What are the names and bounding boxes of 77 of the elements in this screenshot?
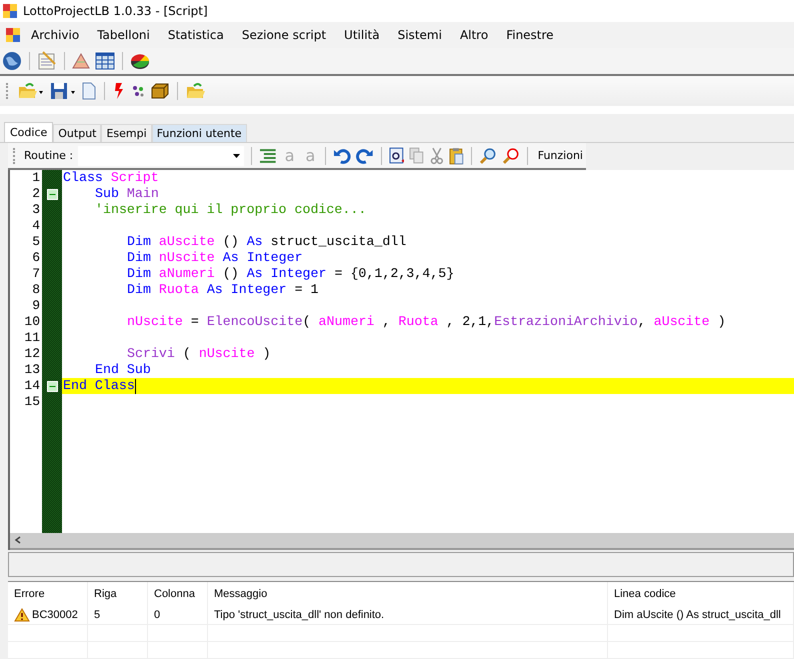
menu-item[interactable]: Utilità — [337, 28, 387, 42]
app-icon[interactable] — [6, 28, 20, 42]
box-icon[interactable] — [151, 83, 169, 99]
window-title: LottoProjectLB 1.0.33 - [Script] — [23, 4, 208, 18]
line-number: 10 — [24, 314, 41, 330]
line-number: 5 — [32, 234, 41, 250]
menu-item[interactable]: Statistica — [160, 28, 231, 42]
functions-button[interactable]: Funzioni — [534, 147, 586, 164]
search-icon[interactable] — [502, 146, 520, 165]
lightning-icon[interactable] — [113, 82, 125, 100]
text-box-icon[interactable] — [388, 146, 404, 165]
table-icon[interactable] — [95, 51, 115, 71]
open-folder-icon[interactable] — [186, 82, 206, 100]
line-number: 6 — [32, 250, 41, 266]
line-number: 12 — [24, 346, 41, 362]
code-line: Sub Main — [95, 186, 159, 202]
column-header[interactable]: Linea codice — [608, 582, 794, 606]
collapse-icon[interactable] — [46, 380, 58, 392]
line-number: 2 — [32, 186, 41, 202]
redo-icon[interactable] — [356, 148, 374, 164]
pyramid-icon[interactable] — [72, 52, 90, 70]
line-number: 7 — [32, 266, 41, 282]
scissors-icon[interactable] — [430, 146, 444, 165]
tab[interactable]: Codice — [4, 122, 54, 142]
scroll-left-icon[interactable] — [14, 536, 22, 544]
code-line: Class Script — [63, 170, 159, 186]
table-cell: Dim aUscite () As struct_uscita_dll — [614, 609, 781, 621]
code-line: Dim aUscite () As struct_uscita_dll — [127, 234, 406, 250]
line-number: 8 — [32, 282, 41, 298]
collapse-icon[interactable] — [46, 188, 58, 200]
code-line: End Class — [63, 378, 135, 394]
caret-icon — [233, 154, 240, 158]
save-icon[interactable] — [50, 82, 76, 100]
routine-label: Routine : — [24, 149, 74, 162]
column-header[interactable]: Errore — [8, 582, 88, 606]
app-icon — [3, 4, 17, 18]
code-line: 'inserire qui il proprio codice... — [95, 202, 366, 218]
menu-item[interactable]: Archivio — [24, 28, 86, 42]
menu-item[interactable]: Finestre — [499, 28, 561, 42]
code-line: Dim Ruota As Integer = 1 — [127, 282, 319, 298]
table-cell: BC30002 — [32, 609, 78, 621]
line-number: 9 — [32, 298, 41, 314]
code-line: Dim nUscite As Integer — [127, 250, 303, 266]
dots-icon[interactable] — [131, 84, 145, 98]
indent-icon[interactable] — [259, 148, 277, 164]
line-number: 13 — [24, 362, 41, 378]
tab[interactable]: Output — [53, 124, 102, 142]
code-line: End Sub — [95, 362, 151, 378]
notepad-icon[interactable] — [37, 51, 57, 71]
open-folder-icon[interactable] — [18, 82, 44, 100]
code-line: Dim aNumeri () As Integer = {0,1,2,3,4,5} — [127, 266, 454, 282]
line-number: 3 — [32, 202, 41, 218]
table-cell: 5 — [94, 609, 100, 621]
line-number: 1 — [32, 170, 41, 186]
menu-item[interactable]: Altro — [452, 28, 496, 42]
line-number: 15 — [24, 394, 41, 410]
new-document-icon[interactable] — [82, 82, 96, 100]
undo-icon[interactable] — [333, 148, 351, 164]
column-header[interactable]: Riga — [88, 582, 148, 606]
column-header[interactable]: Messaggio — [208, 582, 608, 606]
clipboard-icon[interactable] — [448, 146, 464, 165]
table-cell: Tipo 'struct_uscita_dll' non definito. — [214, 609, 384, 621]
column-header[interactable]: Colonna — [148, 582, 208, 606]
globe-icon[interactable] — [2, 51, 22, 71]
tab[interactable]: Esempi — [101, 124, 152, 142]
menu-item[interactable]: Sezione script — [234, 28, 334, 42]
table-cell: 0 — [154, 609, 160, 621]
code-line: nUscite = ElencoUscite( aNumeri , Ruota , 2,1,EstrazioniArchivio, aUscite ) — [127, 314, 726, 330]
line-number: 4 — [32, 218, 41, 234]
line-number: 14 — [24, 378, 41, 394]
tab[interactable]: Funzioni utente — [152, 124, 247, 142]
menu-item[interactable]: Tabelloni — [90, 28, 157, 42]
menu-item[interactable]: Sistemi — [390, 28, 449, 42]
search-icon[interactable] — [479, 146, 498, 165]
horizontal-scrollbar[interactable] — [10, 532, 794, 550]
code-line: Scrivi ( nUscite ) — [127, 346, 271, 362]
line-number: 11 — [24, 330, 41, 346]
